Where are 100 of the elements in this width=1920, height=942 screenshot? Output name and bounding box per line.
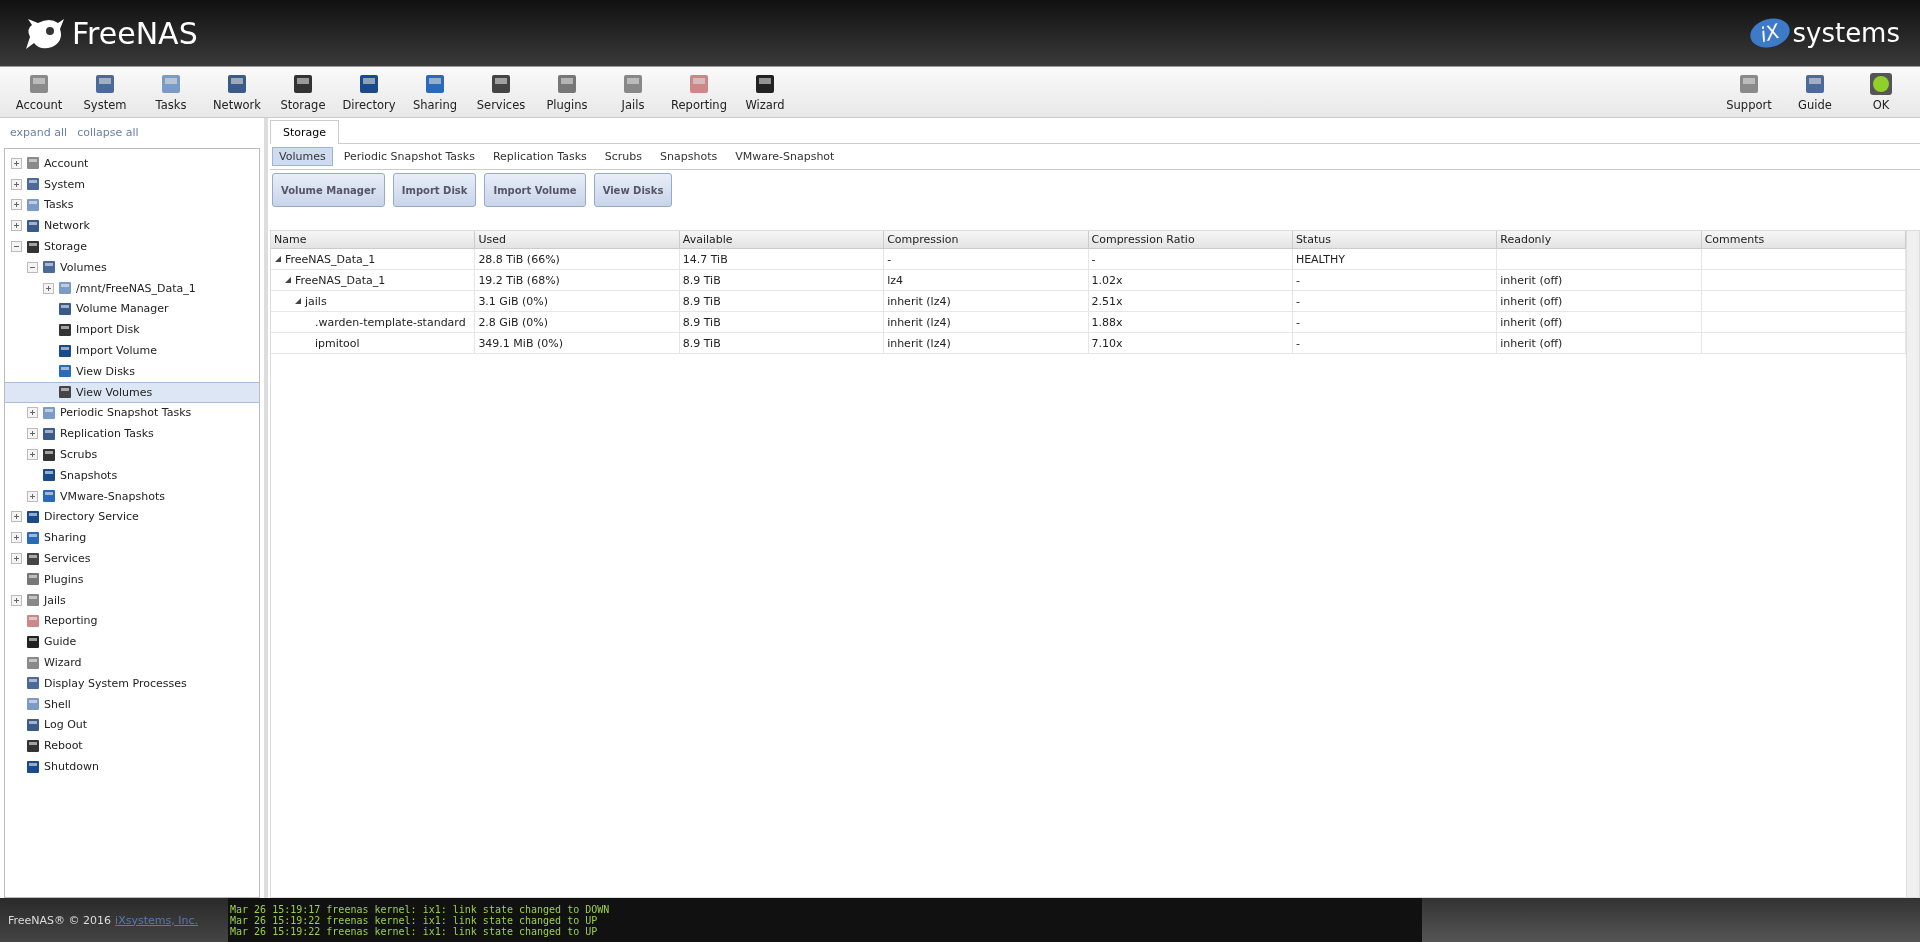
toolbar-button[interactable]: Services: [468, 67, 534, 117]
tree-item[interactable]: VMware-Snapshots: [5, 485, 259, 507]
tree-item[interactable]: Volume Manager: [5, 298, 259, 320]
tree-item[interactable]: Import Disk: [5, 319, 259, 341]
tree-item[interactable]: Sharing: [5, 527, 259, 549]
expander-icon[interactable]: [11, 594, 22, 606]
tree-item[interactable]: View Disks: [5, 360, 259, 382]
tree-item[interactable]: Directory Service: [5, 506, 259, 528]
tree-item[interactable]: /mnt/FreeNAS_Data_1: [5, 277, 259, 299]
toolbar-button[interactable]: Tasks: [138, 67, 204, 117]
expander-icon[interactable]: [27, 449, 38, 461]
tree-item[interactable]: Periodic Snapshot Tasks: [5, 402, 259, 424]
tree-item[interactable]: Reporting: [5, 610, 259, 632]
column-header[interactable]: Compression: [884, 231, 1089, 249]
expander-icon[interactable]: [11, 220, 22, 232]
expand-arrow-icon[interactable]: [285, 277, 291, 283]
action-button[interactable]: Import Disk: [392, 173, 477, 207]
status-light-icon: [1869, 72, 1893, 96]
toolbar-button[interactable]: Account: [6, 67, 72, 117]
expander-icon[interactable]: [11, 157, 22, 169]
subtab[interactable]: VMware-Snapshot: [728, 147, 842, 166]
subtab[interactable]: Snapshots: [653, 147, 725, 166]
tree-item[interactable]: Plugins: [5, 568, 259, 590]
toolbar-button[interactable]: Sharing: [402, 67, 468, 117]
expander-icon[interactable]: [27, 490, 38, 502]
tree-item[interactable]: Guide: [5, 631, 259, 653]
tree-item[interactable]: Scrubs: [5, 444, 259, 465]
tree-link[interactable]: collapse all: [77, 126, 139, 140]
expander-icon[interactable]: [11, 532, 22, 544]
expander-icon[interactable]: [27, 261, 38, 273]
column-header[interactable]: Compression Ratio: [1088, 231, 1293, 249]
expander-icon[interactable]: [11, 199, 22, 211]
expander-icon[interactable]: [43, 282, 54, 294]
table-cell: -: [884, 249, 1089, 270]
tree-item[interactable]: Volumes: [5, 257, 259, 278]
table-cell: 1.88x: [1088, 312, 1293, 333]
toolbar-button[interactable]: OK: [1848, 67, 1914, 117]
tree-item[interactable]: Network: [5, 215, 259, 237]
expander-icon[interactable]: [27, 407, 38, 419]
table-cell: .warden-template-standard: [315, 315, 466, 329]
tree-item[interactable]: Snapshots: [5, 464, 259, 486]
toolbar-button[interactable]: System: [72, 67, 138, 117]
tree-tile-icon: [26, 509, 40, 524]
subtab[interactable]: Volumes: [272, 147, 333, 166]
toolbar-button[interactable]: Plugins: [534, 67, 600, 117]
tab[interactable]: Storage: [270, 120, 340, 144]
expander-icon[interactable]: [11, 511, 22, 523]
expander-icon[interactable]: [27, 428, 38, 440]
column-header[interactable]: Used: [475, 231, 680, 249]
tree-item[interactable]: Account: [5, 153, 259, 174]
action-button[interactable]: Volume Manager: [272, 173, 385, 207]
toolbar-button[interactable]: Reporting: [666, 67, 732, 117]
toolbar-button[interactable]: Jails: [600, 67, 666, 117]
column-header[interactable]: Status: [1292, 231, 1498, 249]
table-cell: inherit (lz4): [884, 291, 1089, 312]
expander-icon[interactable]: [11, 553, 22, 565]
subtab[interactable]: Periodic Snapshot Tasks: [336, 147, 482, 166]
action-button[interactable]: Import Volume: [484, 173, 586, 207]
tree-item[interactable]: Tasks: [5, 194, 259, 216]
column-header[interactable]: Name: [271, 231, 476, 249]
expand-arrow-icon[interactable]: [275, 256, 281, 262]
tree-item[interactable]: Shell: [5, 693, 259, 715]
toolbar-button[interactable]: Directory: [336, 67, 402, 117]
subtab[interactable]: Scrubs: [597, 147, 650, 166]
scrollbar[interactable]: [1906, 231, 1919, 897]
tree-item[interactable]: Shutdown: [5, 756, 259, 777]
tree-link[interactable]: expand all: [10, 126, 68, 140]
tree-item[interactable]: View Volumes: [5, 381, 259, 403]
column-header[interactable]: Comments: [1701, 231, 1906, 249]
action-button[interactable]: View Disks: [593, 173, 673, 207]
tree-item[interactable]: Storage: [5, 236, 259, 257]
toolbar-button[interactable]: Network: [204, 67, 270, 117]
tree-item[interactable]: Import Volume: [5, 340, 259, 361]
subtab[interactable]: Replication Tasks: [485, 147, 594, 166]
tree-item[interactable]: Services: [5, 548, 259, 569]
toolbar-button[interactable]: Wizard: [732, 67, 798, 117]
tree-item[interactable]: Wizard: [5, 652, 259, 673]
tree-tile-icon: [42, 468, 56, 483]
tree-item[interactable]: Log Out: [5, 714, 259, 736]
table-cell: -: [1292, 291, 1498, 312]
toolbar-tile-icon: [621, 72, 645, 96]
toolbar-button[interactable]: Guide: [1782, 67, 1848, 117]
column-header[interactable]: Available: [679, 231, 885, 249]
toolbar-button[interactable]: Storage: [270, 67, 336, 117]
tree-tile-icon: [58, 364, 72, 379]
expand-arrow-icon[interactable]: [295, 298, 301, 304]
column-header[interactable]: Readonly: [1497, 231, 1702, 249]
tree-item[interactable]: Jails: [5, 589, 259, 611]
tree-item[interactable]: Replication Tasks: [5, 423, 259, 445]
vendor-name: systems: [1792, 18, 1900, 48]
toolbar-button[interactable]: Support: [1716, 67, 1782, 117]
tree-item[interactable]: System: [5, 173, 259, 195]
log-line: Mar 26 15:19:22 freenas kernel: ix1: link state changed to UP: [230, 914, 599, 926]
tree-item[interactable]: Display System Processes: [5, 672, 259, 694]
expander-icon[interactable]: [11, 178, 22, 190]
tree-tile-icon: [26, 593, 40, 608]
expander-icon[interactable]: [11, 241, 22, 253]
table-cell: 2.51x: [1088, 291, 1293, 312]
tree-item[interactable]: Reboot: [5, 735, 259, 757]
table-cell: 8.9 TiB: [679, 270, 885, 291]
